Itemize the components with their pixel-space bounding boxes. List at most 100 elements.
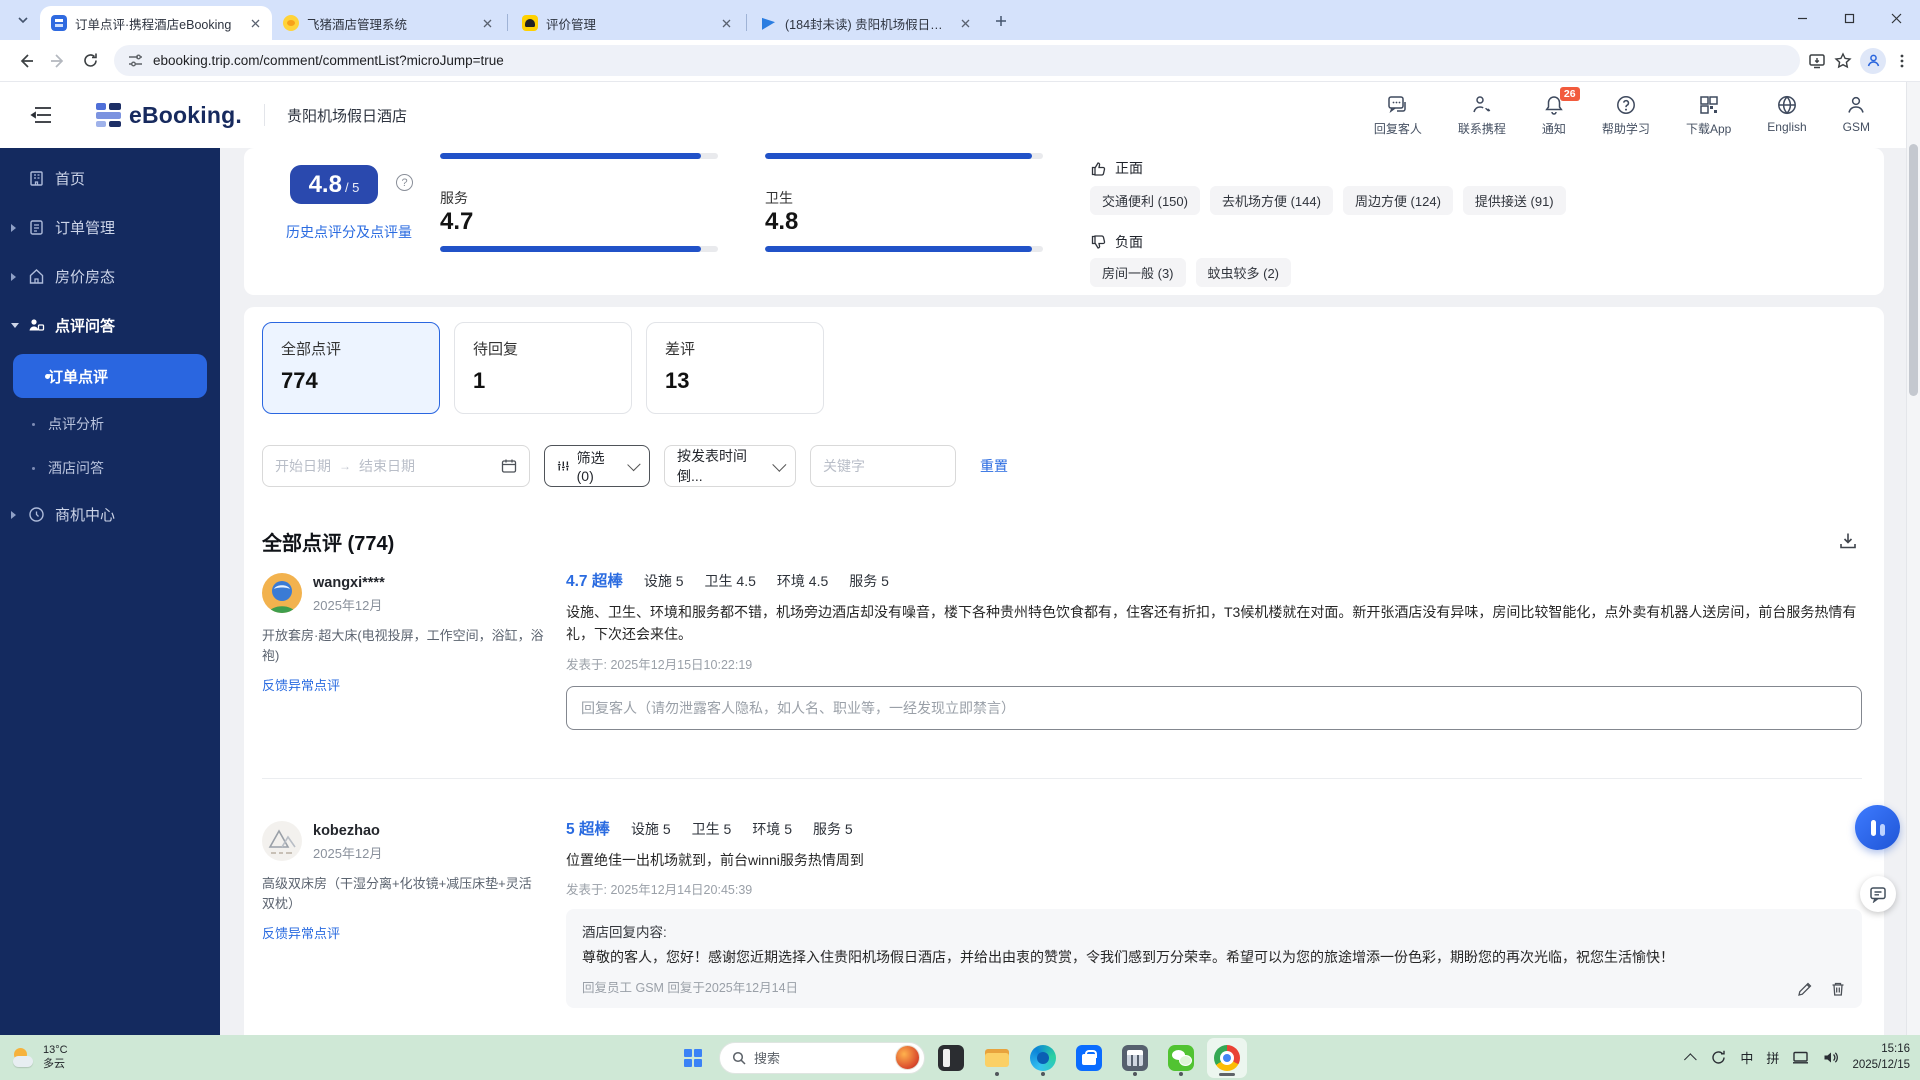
install-icon[interactable] [1808,52,1826,70]
back-icon[interactable] [10,45,42,77]
hotel-reply-meta: 回复员工 GSM 回复于2025年12月14日 [582,977,1846,996]
chevron-down-icon [627,458,641,472]
taskbar-app-chrome-active[interactable] [1207,1038,1247,1078]
browser-toolbar: ebooking.trip.com/comment/commentList?mi… [0,40,1920,82]
tab-close-icon[interactable] [247,15,264,32]
tab-close-icon[interactable] [957,15,974,32]
address-bar[interactable]: ebooking.trip.com/comment/commentList?mi… [114,45,1800,76]
review-stay-date: 2025年12月 [313,595,385,614]
overall-rating-value: 4.8 [309,171,342,199]
reset-link[interactable]: 重置 [980,456,1008,476]
nav-contact-ctrip[interactable]: 联系携程 [1458,94,1506,137]
nav-download-app[interactable]: 下载App [1686,94,1731,137]
tab-title: 评价管理 [546,14,710,33]
taskbar-search[interactable]: 搜索 [719,1042,925,1074]
device-icon[interactable] [1792,1049,1809,1066]
windows-taskbar: 13°C 多云 搜索 中 拼 [0,1035,1920,1080]
reply-guest-input[interactable] [566,686,1862,730]
browser-tab[interactable]: 评价管理 [511,6,743,40]
feedback-chat-fab[interactable] [1860,876,1896,912]
nav-help-learn[interactable]: 帮助学习 [1602,94,1650,137]
taskbar-app-store[interactable] [1069,1038,1109,1078]
assistant-fab[interactable] [1855,805,1900,850]
site-settings-icon[interactable] [128,53,143,68]
nav-language[interactable]: English [1767,94,1806,137]
sort-dropdown[interactable]: 按发表时间倒... [664,445,796,487]
tab-search-icon[interactable] [10,7,36,33]
search-icon [732,1051,746,1065]
ime-mode-indicator[interactable]: 拼 [1766,1048,1779,1067]
taskbar-weather[interactable]: 13°C 多云 [12,1044,68,1072]
taskbar-app-wechat[interactable] [1161,1038,1201,1078]
tag[interactable]: 提供接送 (91) [1463,186,1566,215]
delete-reply-icon[interactable] [1830,981,1846,997]
download-icon[interactable] [1838,531,1858,551]
progress-fill [765,153,1032,159]
reload-icon[interactable] [74,45,106,77]
browser-tab[interactable]: 飞猪酒店管理系统 [272,6,504,40]
tag[interactable]: 蚊虫较多 (2) [1196,258,1292,287]
close-button[interactable] [1873,0,1920,36]
expand-arrow-icon [11,511,16,519]
sync-icon[interactable] [1710,1049,1727,1066]
tab-all-reviews[interactable]: 全部点评 774 [262,322,440,414]
bookmark-star-icon[interactable] [1834,52,1852,70]
browser-tab[interactable]: (184封未读) 贵阳机场假日酒... [750,6,982,40]
edit-reply-icon[interactable] [1797,981,1813,997]
history-rating-link[interactable]: 历史点评分及点评量 [286,222,412,242]
sidebar-subitem-review-analysis[interactable]: 点评分析 [0,402,220,446]
review-subscore: 服务 5 [849,571,889,591]
sidebar-subitem-order-reviews-active[interactable]: 订单点评 [13,354,207,398]
tag[interactable]: 房间一般 (3) [1090,258,1186,287]
scrollbar-thumb[interactable] [1909,144,1918,396]
taskbar-app-calculator[interactable] [1115,1038,1155,1078]
sidebar-item-business-center[interactable]: 商机中心 [0,490,220,539]
report-abnormal-review-link[interactable]: 反馈异常点评 [262,923,552,942]
minimize-button[interactable] [1779,0,1826,36]
tab-close-icon[interactable] [718,15,735,32]
tab-close-icon[interactable] [479,15,496,32]
tab-pending-reply[interactable]: 待回复 1 [454,322,632,414]
taskbar-app-explorer[interactable] [977,1038,1017,1078]
rating-help-icon[interactable]: ? [396,174,413,191]
volume-icon[interactable] [1822,1049,1839,1066]
start-button[interactable] [673,1038,713,1078]
maximize-button[interactable] [1826,0,1873,36]
taskbar-app-notes[interactable] [931,1038,971,1078]
filter-button[interactable]: 筛选 (0) [544,445,650,487]
sidebar-item-reviews-qa[interactable]: 点评问答 [0,301,220,350]
tag[interactable]: 周边方便 (124) [1343,186,1453,215]
nav-reply-guest[interactable]: 回复客人 [1374,94,1422,137]
sidebar-subitem-hotel-qa[interactable]: 酒店问答 [0,446,220,490]
browser-menu-icon[interactable] [1894,53,1910,69]
new-tab-button[interactable] [988,8,1014,34]
browser-profile-avatar[interactable] [1860,48,1886,74]
page-scrollbar[interactable] [1906,82,1920,1035]
forward-icon[interactable] [42,45,74,77]
tab-bad-reviews[interactable]: 差评 13 [646,322,824,414]
building-icon [28,170,45,187]
search-highlight-image[interactable] [895,1045,920,1070]
taskbar-clock[interactable]: 15:16 2025/12/15 [1852,1042,1910,1073]
taskbar-app-edge[interactable] [1023,1038,1063,1078]
report-abnormal-review-link[interactable]: 反馈异常点评 [262,675,552,694]
nav-account[interactable]: GSM [1843,94,1870,137]
chevron-down-icon [773,458,787,472]
browser-tab-active[interactable]: 订单点评·携程酒店eBooking [40,6,272,40]
tag[interactable]: 交通便利 (150) [1090,186,1200,215]
sidebar-item-orders[interactable]: 订单管理 [0,203,220,252]
system-tray: 中 拼 15:16 2025/12/15 [1688,1042,1910,1073]
date-range-input[interactable]: 开始日期 → 结束日期 [262,445,530,487]
tray-expand-icon[interactable] [1684,1053,1697,1066]
menu-toggle-icon[interactable] [30,105,56,125]
sidebar-item-home[interactable]: 首页 [0,154,220,203]
tag[interactable]: 去机场方便 (144) [1210,186,1333,215]
review-score: 5 超棒 [566,817,610,839]
keyword-input[interactable]: 关键字 [810,445,956,487]
sidebar-item-room-rates[interactable]: 房价房态 [0,252,220,301]
negative-tags-row: 房间一般 (3) 蚊虫较多 (2) [1090,258,1291,287]
chrome-app-icon [1214,1045,1240,1071]
progress-track [765,246,1043,252]
nav-notifications[interactable]: 通知 26 [1542,94,1566,137]
ime-language-indicator[interactable]: 中 [1740,1048,1753,1067]
